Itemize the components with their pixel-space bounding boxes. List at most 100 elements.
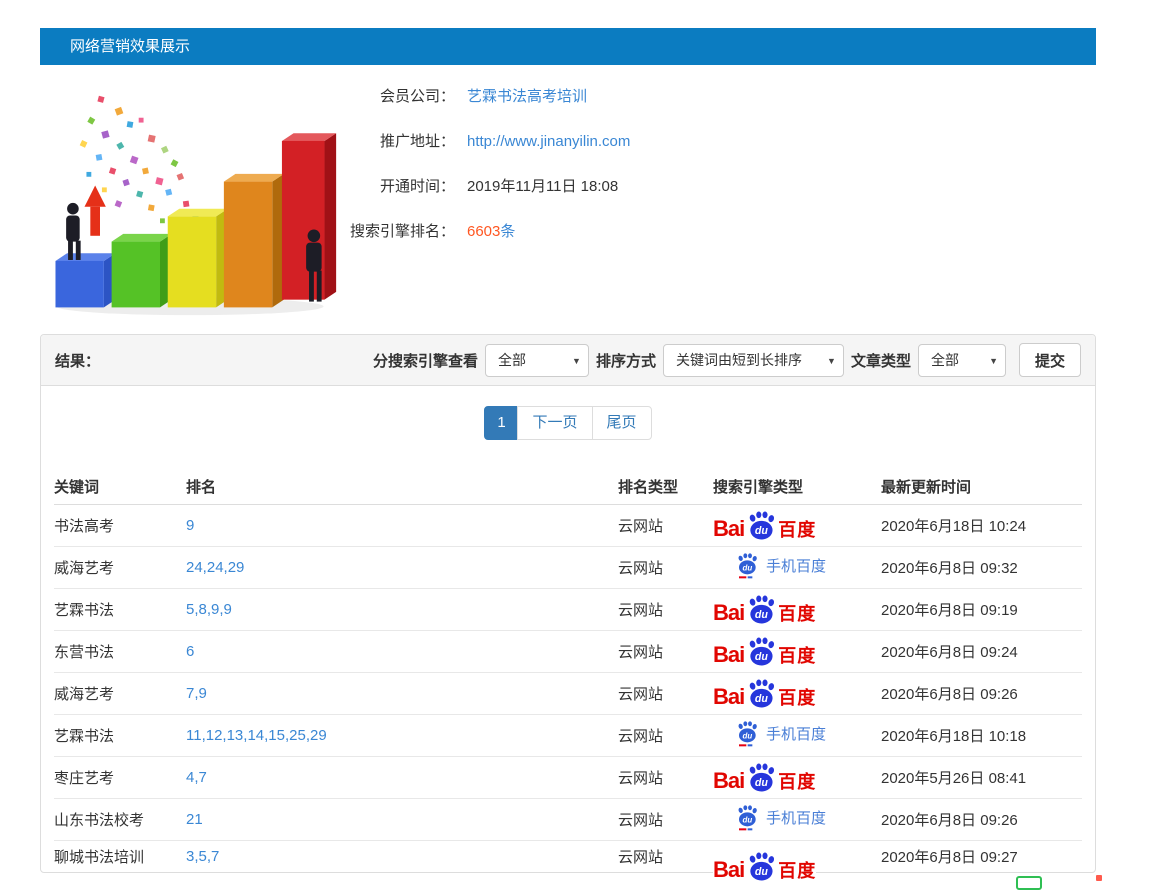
baidu-logo-cn: 百度 (778, 773, 816, 792)
mobile-baidu-logo: du 手机百度 (735, 721, 826, 747)
updated-cell: 2020年6月8日 09:26 (881, 683, 1082, 704)
engine-cell: Baidu百度 (713, 637, 881, 665)
keyword-cell: 威海艺考 (54, 683, 186, 704)
rank-type-cell: 云网站 (618, 767, 713, 788)
mobile-baidu-icon: du (735, 553, 759, 579)
svg-text:du: du (755, 609, 769, 621)
engine-rank-row: 搜索引擎排名： 6603条 (340, 220, 630, 241)
notification-dot (1096, 875, 1102, 881)
baidu-paw-icon: du (745, 637, 777, 666)
rank-type-cell: 云网站 (618, 599, 713, 620)
engine-cell: Baidu百度 (713, 679, 881, 707)
baidu-logo: Baidu百度 (713, 595, 816, 623)
sort-select[interactable]: 关键词由短到长排序 ▼ (663, 344, 844, 377)
mobile-baidu-logo: du手机百度 (735, 805, 826, 831)
baidu-logo-text: Bai (713, 602, 744, 624)
filter-group: 分搜索引擎查看 全部 ▼ 排序方式 关键词由短到长排序 ▼ 文章类型 全部 ▼ … (373, 343, 1081, 377)
baidu-logo-text: Bai (713, 859, 744, 881)
table-header-cell: 最新更新时间 (881, 476, 1082, 497)
ranks-cell[interactable]: 24,24,29 (186, 559, 618, 576)
baidu-logo: Baidu百度 (713, 763, 816, 791)
table-row: 东营书法 6 云网站 Baidu百度 2020年6月8日 09:24 (54, 631, 1082, 673)
promotion-url-label: 推广地址： (340, 130, 455, 151)
company-link[interactable]: 艺霖书法高考培训 (467, 85, 587, 106)
updated-cell: 2020年6月8日 09:19 (881, 599, 1082, 620)
floating-widget-partial[interactable] (1016, 876, 1042, 890)
keyword-cell: 东营书法 (54, 641, 186, 662)
table-header-cell: 排名类型 (618, 476, 713, 497)
open-time-row: 开通时间： 2019年11月11日 18:08 (340, 175, 630, 196)
baidu-logo-text: Bai (713, 518, 744, 540)
engine-cell: Baidu百度 (713, 842, 881, 870)
updated-cell: 2020年6月18日 10:18 (881, 725, 1082, 746)
results-panel: 结果： 分搜索引擎查看 全部 ▼ 排序方式 关键词由短到长排序 ▼ 文章类型 全… (40, 334, 1096, 873)
chevron-down-icon: ▼ (989, 346, 998, 377)
mobile-baidu-label: 手机百度 (766, 723, 826, 744)
ranks-cell[interactable]: 7,9 (186, 685, 618, 702)
filter-bar: 结果： 分搜索引擎查看 全部 ▼ 排序方式 关键词由短到长排序 ▼ 文章类型 全… (41, 335, 1095, 386)
baidu-paw-icon: du (745, 595, 777, 624)
last-page-button[interactable]: 尾页 (592, 406, 652, 440)
promotion-url-row: 推广地址： http://www.jinanyilin.com (340, 130, 630, 151)
ranks-cell[interactable]: 5,8,9,9 (186, 601, 618, 618)
updated-cell: 2020年6月8日 09:32 (881, 557, 1082, 578)
member-info-section: 会员公司： 艺霖书法高考培训 推广地址： http://www.jinanyil… (40, 65, 1096, 328)
open-time-value: 2019年11月11日 18:08 (467, 175, 618, 196)
keyword-cell: 书法高考 (54, 515, 186, 536)
baidu-logo-cn: 百度 (778, 521, 816, 540)
chevron-down-icon: ▼ (827, 346, 836, 377)
open-time-label: 开通时间： (340, 175, 455, 196)
ranks-cell[interactable]: 11,12,13,14,15,25,29 (186, 727, 618, 744)
member-info: 会员公司： 艺霖书法高考培训 推广地址： http://www.jinanyil… (340, 77, 630, 322)
mobile-baidu-icon: du (735, 721, 759, 747)
keyword-cell: 威海艺考 (54, 557, 186, 578)
ranks-cell[interactable]: 6 (186, 643, 618, 660)
engine-select[interactable]: 全部 ▼ (485, 344, 589, 377)
submit-button[interactable]: 提交 (1019, 343, 1081, 377)
table-header-cell: 排名 (186, 476, 618, 497)
rank-type-cell: 云网站 (618, 725, 713, 746)
results-body: 1 下一页 尾页 关键词排名排名类型搜索引擎类型最新更新时间 书法高考 9 云网… (41, 386, 1095, 872)
engine-cell: du手机百度 (713, 805, 881, 835)
mobile-baidu-label: 手机百度 (766, 807, 826, 828)
rank-type-cell: 云网站 (618, 809, 713, 830)
rank-type-cell: 云网站 (618, 557, 713, 578)
table-row: 艺霖书法 11,12,13,14,15,25,29 云网站 du手机百度 202… (54, 715, 1082, 757)
ranks-cell[interactable]: 9 (186, 517, 618, 534)
updated-cell: 2020年6月8日 09:27 (881, 846, 1082, 867)
ranks-cell[interactable]: 21 (186, 811, 618, 828)
table-header-row: 关键词排名排名类型搜索引擎类型最新更新时间 (54, 468, 1082, 505)
engine-rank-value: 6603条 (467, 220, 515, 241)
promotion-url-link[interactable]: http://www.jinanyilin.com (467, 133, 630, 150)
svg-text:du: du (755, 525, 769, 537)
baidu-paw-icon: du (745, 679, 777, 708)
updated-cell: 2020年6月8日 09:26 (881, 809, 1082, 830)
engine-cell: Baidu 百度 (713, 511, 881, 539)
page-title: 网络营销效果展示 (70, 38, 190, 55)
baidu-logo-text: Bai (713, 644, 744, 666)
article-type-label: 文章类型 (851, 350, 911, 371)
baidu-logo-cn: 百度 (778, 689, 816, 708)
engine-cell: du手机百度 (713, 553, 881, 583)
baidu-paw-icon: du (745, 852, 777, 881)
baidu-logo: Baidu百度 (713, 679, 816, 707)
keyword-cell: 聊城书法培训 (54, 846, 186, 867)
engine-select-value: 全部 (498, 352, 526, 368)
company-label: 会员公司： (340, 85, 455, 106)
baidu-logo-text: Bai (713, 770, 744, 792)
keyword-cell: 艺霖书法 (54, 599, 186, 620)
next-page-button[interactable]: 下一页 (517, 406, 592, 440)
results-label: 结果： (55, 350, 100, 371)
rank-type-cell: 云网站 (618, 683, 713, 704)
page: 网络营销效果展示 (40, 0, 1096, 873)
ranks-cell[interactable]: 3,5,7 (186, 848, 618, 865)
updated-cell: 2020年6月8日 09:24 (881, 641, 1082, 662)
table-body: 书法高考 9 云网站 Baidu百度 2020年6月18日 10:24 威海艺考… (54, 505, 1082, 872)
mobile-baidu-logo: du手机百度 (735, 553, 826, 579)
page-button-1[interactable]: 1 (484, 406, 518, 440)
sort-filter-label: 排序方式 (596, 350, 656, 371)
article-type-select[interactable]: 全部 ▼ (918, 344, 1006, 377)
ranks-cell[interactable]: 4,7 (186, 769, 618, 786)
table-row: 威海艺考 24,24,29 云网站 du手机百度 2020年6月8日 09:32 (54, 547, 1082, 589)
article-type-value: 全部 (931, 352, 959, 368)
